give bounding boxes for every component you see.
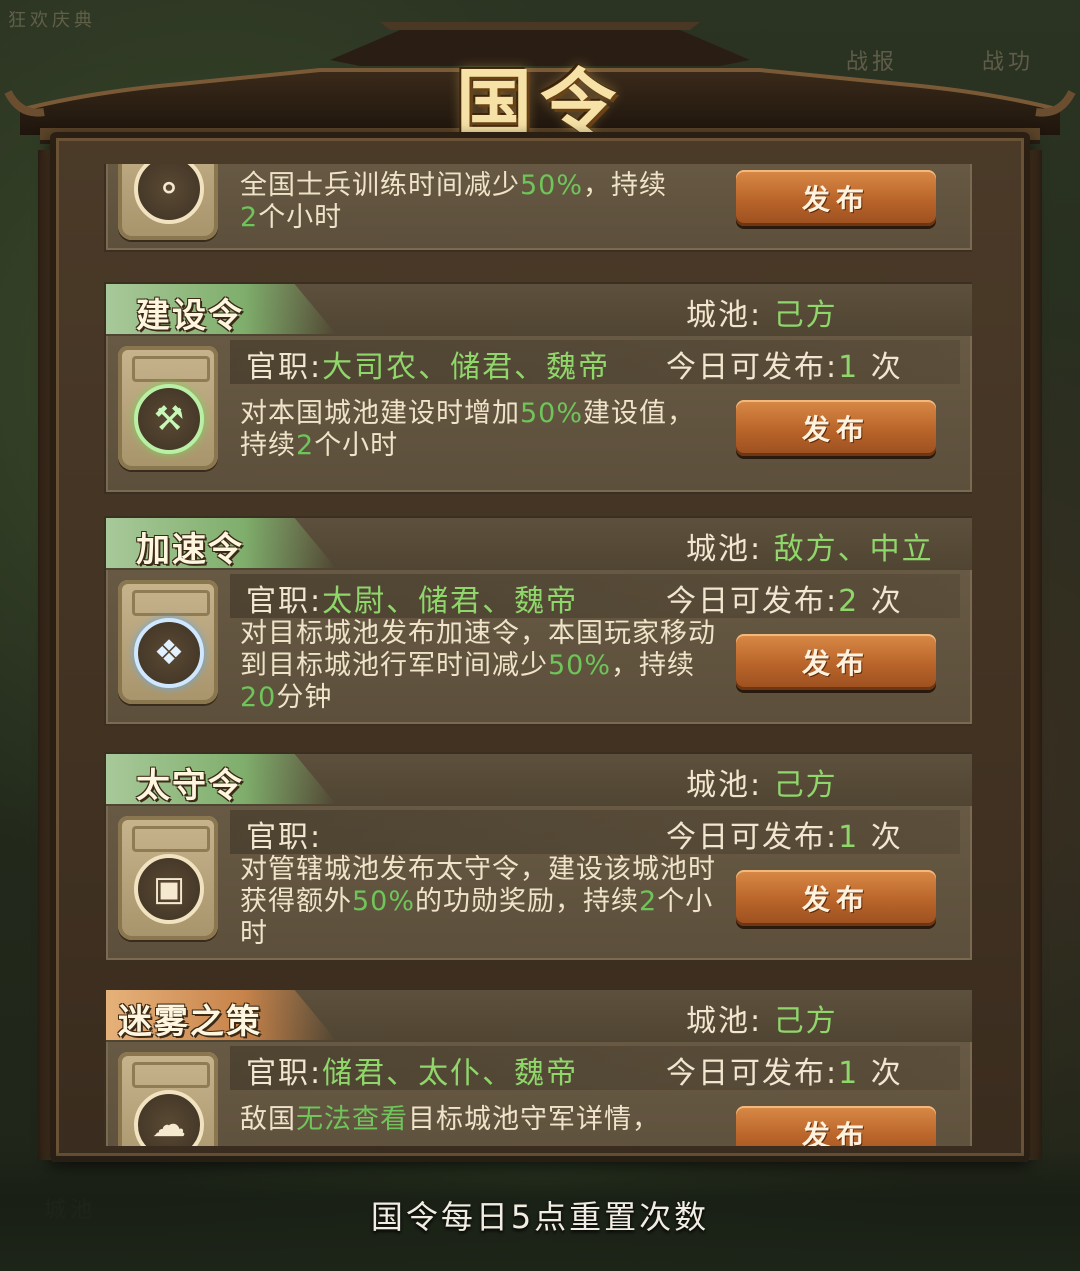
order-description: 对目标城池发布加速令，本国玩家移动到目标城池行军时间减少50%，持续20分钟 — [240, 618, 716, 713]
order-description: 对本国城池建设时增加50%建设值，持续2个小时 — [240, 398, 696, 461]
order-card-training: ⚬ 全国士兵训练时间减少50%，持续 2个小时 发布 — [104, 164, 972, 252]
office-requirement: 官职:太尉、储君、魏帝 — [246, 584, 579, 619]
order-name: 太守令 — [136, 766, 244, 806]
order-card-fog: 迷雾之策 城池: 己方 ☁ 官职:储君、太仆、魏帝 今日可发布:1 次 敌国无法… — [104, 988, 972, 1146]
daily-publish-count: 今日可发布:1 次 — [666, 350, 903, 385]
boot-icon: ❖ — [134, 618, 204, 688]
daily-publish-count: 今日可发布:1 次 — [666, 1056, 903, 1091]
order-description: 对管辖城池发布太守令，建设该城池时获得额外50%的功勋奖励，持续2个小时 — [240, 854, 716, 949]
order-card-construction: 建设令 城池: 己方 ⚒ 官职:大司农、储君、魏帝 今日可发布:1 次 对本国城… — [104, 282, 972, 494]
publish-button[interactable]: 发布 — [736, 634, 936, 690]
order-badge: ▣ — [118, 816, 218, 940]
order-card-governor: 太守令 城池: 己方 ▣ 官职: 今日可发布:1 次 对管辖城池发布太守令，建设… — [104, 752, 972, 962]
city-target: 城池: 己方 — [686, 298, 838, 333]
order-description: 敌国无法查看目标城池守军详情， — [240, 1104, 660, 1135]
cloud-icon: ☁ — [134, 1090, 204, 1146]
reset-notice: 国令每日5点重置次数 — [370, 1198, 710, 1236]
order-badge: ❖ — [118, 580, 218, 704]
city-target: 城池: 己方 — [686, 768, 838, 803]
order-badge: ⚒ — [118, 346, 218, 470]
publish-button[interactable]: 发布 — [736, 870, 936, 926]
publish-button[interactable]: 发布 — [736, 170, 936, 226]
coin-icon: ▣ — [134, 854, 204, 924]
order-badge: ☁ — [118, 1052, 218, 1146]
office-requirement: 官职:储君、太仆、魏帝 — [246, 1056, 579, 1091]
order-name: 建设令 — [136, 296, 244, 336]
city-target: 城池: 己方 — [686, 1004, 838, 1039]
order-description: 全国士兵训练时间减少50%，持续 2个小时 — [240, 170, 668, 233]
daily-publish-count: 今日可发布:2 次 — [666, 584, 903, 619]
publish-button[interactable]: 发布 — [736, 400, 936, 456]
order-name: 迷雾之策 — [118, 1002, 262, 1042]
hammer-icon: ⚒ — [134, 384, 204, 454]
horn-icon: ⚬ — [134, 164, 204, 224]
office-requirement: 官职: — [246, 820, 323, 855]
order-name: 加速令 — [136, 530, 244, 570]
order-card-speed: 加速令 城池: 敌方、中立 ❖ 官职:太尉、储君、魏帝 今日可发布:2 次 对目… — [104, 516, 972, 726]
office-requirement: 官职:大司农、储君、魏帝 — [246, 350, 611, 385]
daily-publish-count: 今日可发布:1 次 — [666, 820, 903, 855]
city-target: 城池: 敌方、中立 — [686, 532, 934, 567]
orders-list[interactable]: ⚬ 全国士兵训练时间减少50%，持续 2个小时 发布 建设令 城池: 己方 ⚒ 官… — [104, 164, 972, 1146]
order-badge: ⚬ — [118, 164, 218, 240]
publish-button[interactable]: 发布 — [736, 1106, 936, 1146]
